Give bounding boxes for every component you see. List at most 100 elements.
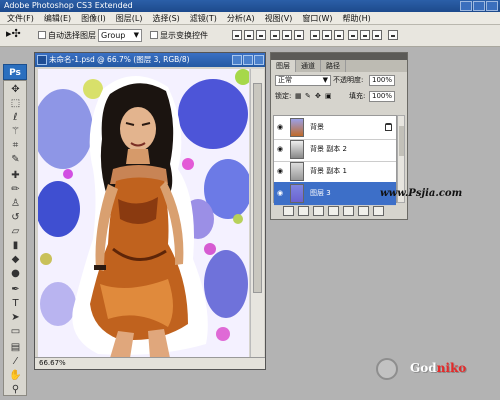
adjustment-layer-icon[interactable] bbox=[328, 206, 339, 216]
document-vertical-scrollbar[interactable] bbox=[250, 69, 264, 358]
notes-tool-icon[interactable]: ▤ bbox=[8, 341, 23, 354]
healing-brush-icon[interactable]: ✚ bbox=[8, 169, 23, 182]
window-title: Adobe Photoshop CS3 Extended bbox=[4, 1, 133, 10]
blend-mode-dropdown[interactable]: 正常 ▼ bbox=[275, 75, 331, 86]
layer-row-selected[interactable]: ◉ 图层 3 bbox=[274, 182, 396, 206]
crop-tool-icon[interactable]: ⌗ bbox=[8, 139, 23, 152]
align-right-icon[interactable] bbox=[294, 30, 304, 40]
brand-text-part1: God bbox=[410, 361, 437, 375]
distribute-bottom-icon[interactable] bbox=[334, 30, 344, 40]
layer-row[interactable]: ◉ 背景 副本 1 bbox=[274, 160, 396, 184]
layer-mask-icon[interactable] bbox=[313, 206, 324, 216]
lock-pixels-icon[interactable]: ✎ bbox=[305, 91, 311, 102]
lock-transparency-icon[interactable]: ▦ bbox=[295, 91, 302, 102]
opacity-field[interactable]: 100% bbox=[369, 75, 395, 86]
document-titlebar[interactable]: 未命名-1.psd @ 66.7% (图层 3, RGB/8) bbox=[35, 53, 265, 67]
document-window[interactable]: 未命名-1.psd @ 66.7% (图层 3, RGB/8) 66.67% bbox=[34, 52, 266, 370]
menu-view[interactable]: 视图(V) bbox=[260, 12, 298, 25]
menu-window[interactable]: 窗口(W) bbox=[297, 12, 337, 25]
menu-file[interactable]: 文件(F) bbox=[2, 12, 39, 25]
canvas-image[interactable] bbox=[38, 69, 249, 358]
eyedropper-sample-icon[interactable]: ⁄ bbox=[8, 355, 23, 368]
trash-icon[interactable] bbox=[373, 206, 384, 216]
lock-position-icon[interactable]: ✥ bbox=[315, 91, 321, 102]
eye-icon[interactable]: ◉ bbox=[277, 190, 285, 197]
magic-wand-icon[interactable]: ⚚ bbox=[8, 125, 23, 138]
brush-tool-icon[interactable]: ✏ bbox=[8, 183, 23, 196]
menu-analysis[interactable]: 分析(A) bbox=[222, 12, 260, 25]
distribute-vcenter-icon[interactable] bbox=[322, 30, 332, 40]
layer-name: 图层 3 bbox=[310, 189, 331, 197]
eye-icon[interactable]: ◉ bbox=[277, 124, 285, 131]
auto-align-icon[interactable] bbox=[388, 30, 398, 40]
hand-tool-icon[interactable]: ✋ bbox=[8, 369, 23, 382]
brand-logo: Godniko bbox=[370, 357, 470, 387]
scrollbar-thumb[interactable] bbox=[253, 83, 262, 293]
minimize-icon[interactable] bbox=[460, 1, 472, 11]
link-layers-icon[interactable] bbox=[283, 206, 294, 216]
distribute-hcenter-icon[interactable] bbox=[360, 30, 370, 40]
tab-channels[interactable]: 通道 bbox=[296, 60, 321, 72]
minimize-icon[interactable] bbox=[232, 55, 242, 65]
align-bottom-icon[interactable] bbox=[256, 30, 266, 40]
close-icon[interactable] bbox=[486, 1, 498, 11]
auto-select-dropdown[interactable]: Group ▼ bbox=[98, 29, 142, 42]
clone-stamp-icon[interactable]: ♙ bbox=[8, 197, 23, 210]
history-brush-icon[interactable]: ↺ bbox=[8, 211, 23, 224]
menu-bar: 文件(F) 编辑(E) 图像(I) 图层(L) 选择(S) 滤镜(T) 分析(A… bbox=[0, 12, 500, 25]
align-top-icon[interactable] bbox=[232, 30, 242, 40]
panel-grip[interactable] bbox=[271, 53, 407, 60]
layer-row[interactable]: ◉ 背景 副本 2 bbox=[274, 138, 396, 162]
eyedropper-icon[interactable]: ✎ bbox=[8, 153, 23, 166]
move-tool-icon[interactable]: ▸✣ bbox=[6, 28, 21, 40]
menu-filter[interactable]: 滤镜(T) bbox=[185, 12, 222, 25]
panel-tabs: 图层 通道 路径 bbox=[271, 60, 407, 72]
align-left-icon[interactable] bbox=[270, 30, 280, 40]
tab-paths[interactable]: 路径 bbox=[321, 60, 346, 72]
zoom-level[interactable]: 66.67% bbox=[39, 359, 66, 367]
new-layer-icon[interactable] bbox=[358, 206, 369, 216]
lasso-tool-icon[interactable]: ℓ bbox=[8, 111, 23, 124]
distribute-right-icon[interactable] bbox=[372, 30, 382, 40]
distribute-top-icon[interactable] bbox=[310, 30, 320, 40]
rectangle-tool-icon[interactable]: ▭ bbox=[8, 325, 23, 338]
dodge-tool-icon[interactable]: ● bbox=[8, 267, 23, 280]
fill-field[interactable]: 100% bbox=[369, 91, 395, 102]
type-tool-icon[interactable]: T bbox=[8, 297, 23, 310]
distribute-left-icon[interactable] bbox=[348, 30, 358, 40]
menu-select[interactable]: 选择(S) bbox=[147, 12, 184, 25]
eye-icon[interactable]: ◉ bbox=[277, 168, 285, 175]
chevron-down-icon: ▼ bbox=[133, 31, 139, 39]
layer-row[interactable]: ◉ 背景 bbox=[274, 116, 396, 140]
blur-tool-icon[interactable]: ◆ bbox=[8, 253, 23, 266]
show-transform-checkbox[interactable]: 显示变换控件 bbox=[150, 30, 208, 42]
new-group-icon[interactable] bbox=[343, 206, 354, 216]
lock-all-icon[interactable]: ▣ bbox=[325, 91, 332, 102]
zoom-tool-icon[interactable]: ⚲ bbox=[8, 383, 23, 396]
scrollbar-thumb[interactable] bbox=[399, 126, 404, 156]
marquee-tool-icon[interactable]: ⬚ bbox=[8, 97, 23, 110]
move-tool-icon[interactable]: ✥ bbox=[8, 83, 23, 96]
menu-image[interactable]: 图像(I) bbox=[76, 12, 111, 25]
layer-thumbnail bbox=[290, 118, 304, 137]
tab-layers[interactable]: 图层 bbox=[271, 60, 296, 72]
layers-list: ◉ 背景 ◉ 背景 副本 2 ◉ 背景 副本 1 ◉ 图层 3 bbox=[273, 115, 397, 206]
maximize-icon[interactable] bbox=[243, 55, 253, 65]
path-select-icon[interactable]: ➤ bbox=[8, 311, 23, 324]
close-icon[interactable] bbox=[254, 55, 264, 65]
eye-icon[interactable]: ◉ bbox=[277, 146, 285, 153]
pen-tool-icon[interactable]: ✒ bbox=[8, 283, 23, 296]
menu-edit[interactable]: 编辑(E) bbox=[39, 12, 76, 25]
layer-style-icon[interactable] bbox=[298, 206, 309, 216]
align-hcenter-icon[interactable] bbox=[282, 30, 292, 40]
auto-select-checkbox[interactable]: 自动选择图层 bbox=[38, 30, 96, 42]
menu-layer[interactable]: 图层(L) bbox=[111, 12, 148, 25]
layer-name: 背景 副本 1 bbox=[310, 167, 347, 175]
align-vcenter-icon[interactable] bbox=[244, 30, 254, 40]
watermark-url: www.Psjia.com bbox=[380, 188, 463, 199]
eraser-tool-icon[interactable]: ▱ bbox=[8, 225, 23, 238]
menu-help[interactable]: 帮助(H) bbox=[338, 12, 376, 25]
options-bar: ▸✣ 自动选择图层 Group ▼ 显示变换控件 bbox=[0, 25, 500, 47]
maximize-icon[interactable] bbox=[473, 1, 485, 11]
gradient-tool-icon[interactable]: ▮ bbox=[8, 239, 23, 252]
